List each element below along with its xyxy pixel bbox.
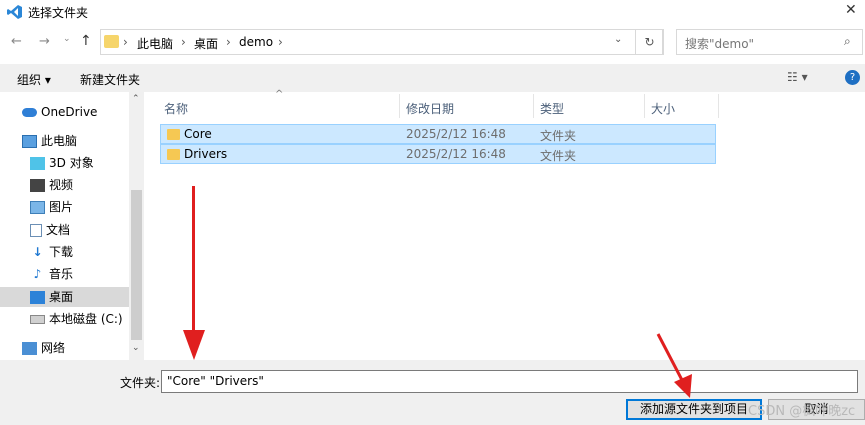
sidebar-item-label: 图片: [49, 200, 74, 214]
sidebar-item-label: 文档: [46, 223, 71, 237]
view-options-icon[interactable]: ☷ ▾: [787, 70, 808, 84]
desktop-icon: [30, 291, 45, 304]
sort-ascending-icon: ^: [275, 89, 284, 100]
file-name: Core: [184, 127, 212, 141]
sidebar-item-label: 网络: [41, 341, 66, 355]
close-icon[interactable]: ✕: [845, 2, 857, 18]
sidebar-item-this-pc[interactable]: 此电脑: [22, 131, 77, 151]
sidebar-item-videos[interactable]: 视频: [30, 175, 73, 195]
sidebar-item-downloads[interactable]: ↓ 下载: [30, 242, 73, 262]
column-divider[interactable]: [399, 94, 400, 118]
video-icon: [30, 179, 45, 192]
organize-button[interactable]: 组织 ▾: [17, 71, 51, 88]
back-icon[interactable]: ←: [11, 34, 22, 49]
file-type: 文件夹: [540, 129, 577, 143]
title-bar: 选择文件夹 ✕: [0, 0, 865, 24]
breadcrumb-separator-icon: ›: [123, 35, 128, 49]
sidebar-item-network[interactable]: 网络: [22, 338, 65, 358]
breadcrumb-item[interactable]: 此电脑: [137, 35, 173, 52]
annotation-arrow: [656, 333, 692, 398]
sidebar-item-desktop[interactable]: 桌面: [0, 287, 129, 307]
sidebar-item-label: 下载: [49, 245, 74, 259]
window-title: 选择文件夹: [28, 6, 89, 20]
breadcrumb-separator-icon: ›: [278, 35, 283, 49]
address-bar[interactable]: › 此电脑 › 桌面 › demo › ⌄: [100, 29, 663, 55]
search-icon: ⌕: [844, 34, 851, 48]
table-row[interactable]: Core 2025/2/12 16:48 文件夹: [160, 124, 716, 144]
download-icon: ↓: [32, 245, 43, 259]
address-dropdown-icon[interactable]: ⌄: [614, 34, 622, 45]
file-name: Drivers: [184, 147, 228, 161]
computer-icon: [22, 135, 37, 148]
picture-icon: [30, 201, 45, 214]
forward-icon[interactable]: →: [39, 34, 50, 49]
vscode-icon: [7, 5, 22, 19]
watermark: CSDN @枫叶晚zc: [748, 404, 856, 419]
sidebar-item-label: 此电脑: [41, 134, 78, 148]
file-type: 文件夹: [540, 149, 577, 163]
folder-name-input[interactable]: "Core" "Drivers": [161, 370, 858, 393]
column-header-size[interactable]: 大小: [651, 100, 675, 117]
refresh-icon: ↻: [644, 35, 655, 49]
recent-chevron-icon[interactable]: ⌄: [63, 34, 71, 44]
sidebar-item-label: 视频: [49, 178, 74, 192]
annotation-arrow-line: [192, 186, 195, 338]
sidebar-item-label: 音乐: [49, 267, 74, 281]
search-box[interactable]: 搜索"demo" ⌕: [676, 29, 863, 55]
sidebar-item-label: 本地磁盘 (C:): [49, 312, 123, 326]
sidebar-item-onedrive[interactable]: OneDrive: [22, 102, 97, 122]
sidebar-item-music[interactable]: ♪ 音乐: [30, 264, 73, 284]
column-header-type[interactable]: 类型: [540, 100, 564, 117]
folder-icon: [167, 129, 180, 140]
refresh-button[interactable]: ↻: [635, 29, 664, 55]
sidebar-item-local-disk[interactable]: 本地磁盘 (C:): [30, 309, 123, 329]
new-folder-button[interactable]: 新建文件夹: [80, 71, 140, 88]
drive-icon: [30, 315, 45, 324]
scroll-up-icon[interactable]: ⌃: [132, 94, 140, 104]
column-header-modified[interactable]: 修改日期: [406, 100, 454, 117]
breadcrumb-item[interactable]: 桌面: [194, 35, 218, 52]
navigation-pane: OneDrive 此电脑 3D 对象 视频 图片 文档 ↓ 下载 ♪ 音乐 桌面 本…: [0, 92, 145, 360]
column-header-name[interactable]: 名称: [164, 100, 188, 117]
column-divider[interactable]: [533, 94, 534, 118]
up-icon[interactable]: ↑: [80, 33, 92, 49]
column-divider[interactable]: [718, 94, 719, 118]
scrollbar-thumb[interactable]: [131, 190, 142, 340]
sidebar-item-3d-objects[interactable]: 3D 对象: [30, 153, 94, 173]
add-source-folder-button[interactable]: 添加源文件夹到项目: [626, 399, 762, 420]
annotation-arrow-head: [183, 330, 205, 360]
network-icon: [22, 342, 37, 355]
sidebar-item-pictures[interactable]: 图片: [30, 197, 73, 217]
scroll-down-icon[interactable]: ⌄: [132, 343, 140, 353]
column-divider[interactable]: [644, 94, 645, 118]
help-icon[interactable]: ?: [845, 70, 860, 85]
toolbar: 组织 ▾ 新建文件夹 ☷ ▾ ?: [0, 64, 865, 92]
sidebar-item-label: 3D 对象: [49, 156, 94, 170]
breadcrumb-separator-icon: ›: [181, 35, 186, 49]
table-row[interactable]: Drivers 2025/2/12 16:48 文件夹: [160, 144, 716, 164]
search-placeholder: 搜索"demo": [685, 37, 755, 51]
file-modified: 2025/2/12 16:48: [406, 127, 506, 141]
cloud-icon: [22, 108, 37, 117]
folder-field-label: 文件夹:: [120, 376, 161, 390]
folder-icon: [104, 35, 119, 48]
breadcrumb-separator-icon: ›: [226, 35, 231, 49]
music-icon: ♪: [33, 267, 42, 281]
cube-icon: [30, 157, 45, 170]
breadcrumb-item[interactable]: demo: [239, 35, 273, 49]
document-icon: [30, 224, 42, 237]
file-modified: 2025/2/12 16:48: [406, 147, 506, 161]
sidebar-item-label: 桌面: [49, 290, 74, 304]
sidebar-item-documents[interactable]: 文档: [30, 220, 70, 240]
sidebar-item-label: OneDrive: [41, 105, 98, 119]
folder-icon: [167, 149, 180, 160]
